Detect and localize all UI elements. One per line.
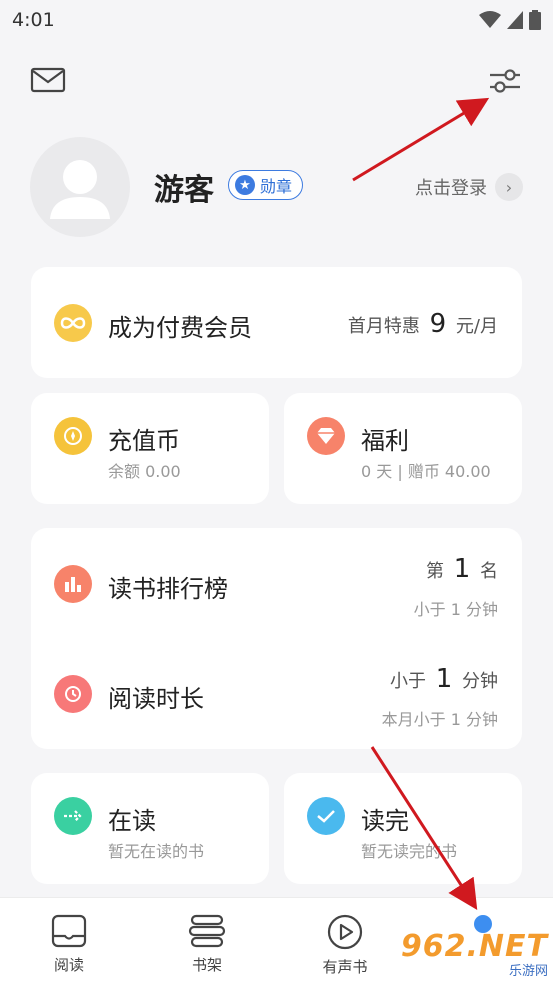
ranking-title: 读书排行榜 [108, 575, 228, 603]
nav-label-bookshelf: 书架 [191, 956, 222, 974]
ranking-row[interactable]: 读书排行榜 第 1 名 小于 1 分钟 [31, 528, 522, 638]
vip-promo-prefix: 首月特惠 [347, 316, 420, 337]
coins-title: 充值币 [108, 427, 180, 455]
diamond-icon [307, 417, 345, 455]
arrow-right-icon [54, 797, 92, 835]
duration-suffix: 分钟 [462, 671, 498, 692]
status-bar: 4:01 [0, 0, 553, 40]
nav-label-reading: 阅读 [53, 956, 84, 974]
watermark-main: 962.NET [400, 929, 548, 964]
profile-header: 游客 ★ 勋章 点击登录 › [30, 137, 523, 237]
finished-sub: 暂无读完的书 [361, 842, 458, 861]
duration-title: 阅读时长 [108, 685, 204, 713]
ranking-suffix: 名 [480, 561, 498, 582]
ranking-number: 1 [453, 554, 471, 584]
ranking-sub: 小于 1 分钟 [413, 600, 498, 619]
medal-badge[interactable]: ★ 勋章 [228, 170, 304, 200]
coin-icon [54, 417, 92, 455]
play-circle-icon [327, 914, 363, 950]
book-tray-icon [51, 914, 87, 948]
check-icon [307, 797, 345, 835]
top-bar [0, 58, 553, 102]
duration-sub: 本月小于 1 分钟 [381, 710, 498, 729]
avatar[interactable] [30, 137, 130, 237]
coins-balance: 余额 0.00 [108, 462, 181, 481]
duration-row[interactable]: 阅读时长 小于 1 分钟 本月小于 1 分钟 [31, 638, 522, 749]
duration-value: 小于 1 分钟 [390, 664, 498, 694]
reading-card[interactable]: 在读 暂无在读的书 [31, 773, 269, 884]
vip-card[interactable]: 成为付费会员 首月特惠 9 元/月 [31, 267, 522, 378]
welfare-title: 福利 [361, 427, 409, 455]
status-time: 4:01 [12, 9, 55, 31]
vip-promo: 首月特惠 9 元/月 [348, 309, 498, 339]
welfare-stats: 0 天 | 赠币 40.00 [361, 462, 491, 481]
star-icon: ★ [235, 175, 255, 195]
signal-icon [507, 11, 523, 29]
coins-card[interactable]: 充值币 余额 0.00 [31, 393, 269, 504]
ranking-chart-icon [54, 565, 92, 603]
infinity-icon [54, 304, 92, 342]
username: 游客 [154, 173, 214, 208]
medal-label: 勋章 [260, 177, 293, 196]
vip-promo-price: 9 [429, 309, 447, 339]
ranking-prefix: 第 [425, 561, 444, 582]
watermark-logo: 962.NET 乐游网 [401, 929, 548, 979]
finished-title: 读完 [361, 807, 409, 835]
nav-label-audiobook: 有声书 [322, 958, 368, 976]
clock-icon [54, 675, 92, 713]
login-link[interactable]: 点击登录 › [415, 173, 523, 201]
chevron-right-icon: › [495, 173, 523, 201]
reading-sub: 暂无在读的书 [108, 842, 205, 861]
nav-item-audiobook[interactable]: 有声书 [276, 898, 414, 983]
default-avatar-icon [50, 160, 110, 219]
login-label: 点击登录 [415, 178, 487, 199]
settings-sliders-icon[interactable] [488, 66, 522, 96]
vip-promo-suffix: 元/月 [455, 316, 498, 337]
battery-icon [529, 10, 541, 30]
nav-item-bookshelf[interactable]: 书架 [138, 898, 276, 983]
wifi-icon [479, 11, 501, 28]
finished-card[interactable]: 读完 暂无读完的书 [284, 773, 522, 884]
mail-icon[interactable] [30, 66, 66, 94]
nav-item-reading[interactable]: 阅读 [0, 898, 138, 983]
status-icons [479, 10, 541, 30]
reading-title: 在读 [108, 807, 156, 835]
bookshelf-icon [188, 914, 226, 948]
ranking-value: 第 1 名 [426, 554, 498, 584]
duration-prefix: 小于 [389, 671, 426, 692]
duration-number: 1 [435, 664, 453, 694]
vip-title: 成为付费会员 [108, 314, 252, 342]
reading-stats-card: 读书排行榜 第 1 名 小于 1 分钟 阅读时长 小于 1 分钟 本月小于 1 … [31, 528, 522, 749]
welfare-card[interactable]: 福利 0 天 | 赠币 40.00 [284, 393, 522, 504]
watermark-sub: 乐游网 [508, 964, 548, 979]
